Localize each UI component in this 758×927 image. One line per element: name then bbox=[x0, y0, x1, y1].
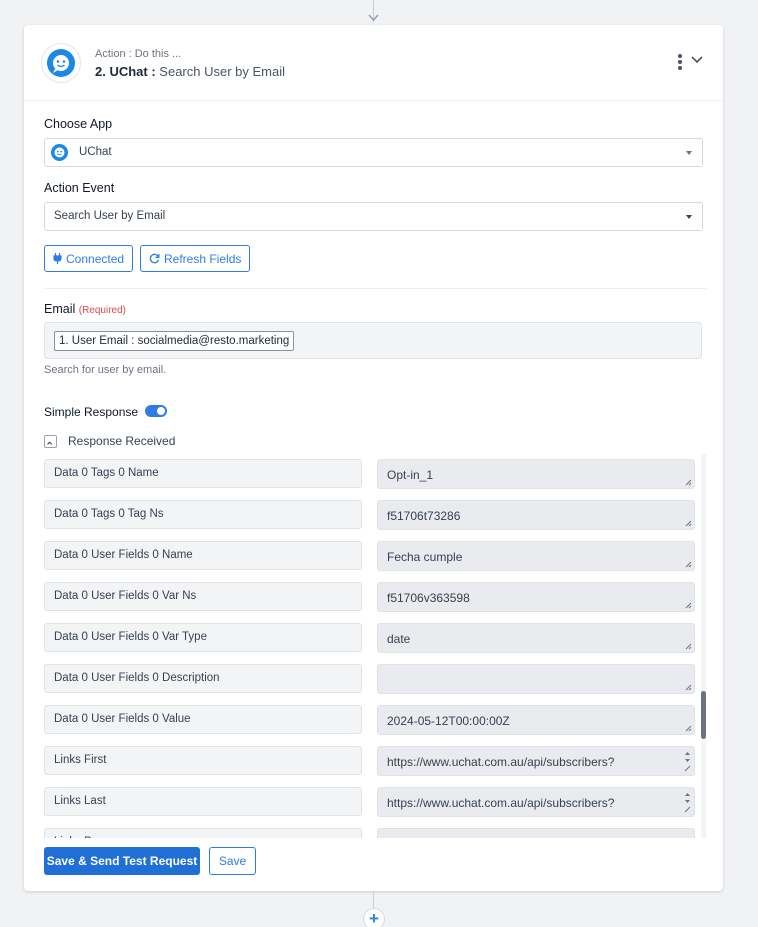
action-step-card: Action : Do this ... 2. UChat : Search U… bbox=[24, 25, 723, 891]
response-key: Links Prev bbox=[44, 828, 362, 838]
refresh-icon bbox=[149, 253, 160, 264]
uchat-logo-icon bbox=[41, 43, 81, 83]
action-event-label: Action Event bbox=[44, 181, 115, 195]
plug-icon bbox=[53, 253, 62, 264]
response-row: Data 0 User Fields 0 Var Type date bbox=[44, 623, 696, 653]
caret-down-icon bbox=[686, 151, 692, 155]
save-button[interactable]: Save bbox=[209, 847, 256, 875]
required-tag: (Required) bbox=[78, 305, 126, 316]
response-value[interactable]: date bbox=[377, 623, 695, 653]
refresh-fields-label: Refresh Fields bbox=[164, 251, 242, 266]
response-value[interactable]: https://www.uchat.com.au/api/subscribers… bbox=[377, 746, 695, 776]
chevron-up-icon[interactable] bbox=[44, 435, 57, 448]
arrow-down-icon bbox=[368, 14, 379, 22]
choose-app-value: UChat bbox=[79, 146, 112, 158]
refresh-fields-button[interactable]: Refresh Fields bbox=[140, 245, 251, 272]
response-key: Data 0 User Fields 0 Description bbox=[44, 664, 362, 693]
response-key: Data 0 Tags 0 Tag Ns bbox=[44, 500, 362, 529]
email-hint: Search for user by email. bbox=[44, 364, 167, 376]
response-row: Data 0 User Fields 0 Name Fecha cumple bbox=[44, 541, 696, 571]
response-key: Links Last bbox=[44, 787, 362, 816]
connected-button[interactable]: Connected bbox=[44, 245, 134, 272]
choose-app-label: Choose App bbox=[44, 117, 113, 131]
response-key: Data 0 User Fields 0 Var Type bbox=[44, 623, 362, 652]
response-scrollbar-thumb[interactable] bbox=[701, 691, 706, 739]
step-event-name: Search User by Email bbox=[159, 64, 286, 79]
step-app-name: 2. UChat : bbox=[95, 64, 156, 79]
caret-down-icon bbox=[686, 215, 692, 219]
response-row: Links Last https://www.uchat.com.au/api/… bbox=[44, 787, 696, 817]
email-input[interactable]: 1. User Email : socialmedia@resto.market… bbox=[44, 322, 702, 359]
response-value[interactable] bbox=[377, 828, 695, 838]
response-key: Data 0 User Fields 0 Var Ns bbox=[44, 582, 362, 611]
response-row: Data 0 User Fields 0 Value 2024-05-12T00… bbox=[44, 705, 696, 735]
more-options-icon[interactable] bbox=[676, 54, 684, 70]
response-row: Links Prev bbox=[44, 828, 696, 838]
response-value[interactable]: Opt-in_1 bbox=[377, 459, 695, 489]
action-event-select[interactable]: Search User by Email bbox=[44, 202, 703, 231]
chevron-down-icon[interactable] bbox=[690, 54, 704, 66]
email-variable-chip[interactable]: 1. User Email : socialmedia@resto.market… bbox=[54, 331, 295, 351]
step-subtitle: Action : Do this ... bbox=[95, 48, 182, 60]
response-fields-list: Data 0 Tags 0 Name Opt-in_1 Data 0 Tags … bbox=[44, 454, 706, 838]
simple-response-label: Simple Response bbox=[44, 405, 139, 419]
response-value[interactable]: 2024-05-12T00:00:00Z bbox=[377, 705, 695, 735]
response-value[interactable]: f51706t73286 bbox=[377, 500, 695, 530]
email-label: Email (Required) bbox=[44, 302, 126, 316]
response-key: Data 0 Tags 0 Name bbox=[44, 459, 362, 488]
response-value[interactable] bbox=[377, 664, 695, 694]
email-label-text: Email bbox=[44, 302, 76, 316]
step-title: 2. UChat : Search User by Email bbox=[95, 64, 285, 79]
add-step-plus-icon[interactable]: + bbox=[363, 908, 385, 927]
save-and-send-test-button[interactable]: Save & Send Test Request bbox=[44, 847, 200, 875]
response-row: Data 0 Tags 0 Name Opt-in_1 bbox=[44, 459, 696, 489]
response-row: Data 0 Tags 0 Tag Ns f51706t73286 bbox=[44, 500, 696, 530]
response-row: Data 0 User Fields 0 Var Ns f51706v36359… bbox=[44, 582, 696, 612]
step-header[interactable]: Action : Do this ... 2. UChat : Search U… bbox=[24, 25, 723, 101]
action-event-value: Search User by Email bbox=[54, 210, 166, 222]
response-key: Data 0 User Fields 0 Value bbox=[44, 705, 362, 734]
response-row: Links First https://www.uchat.com.au/api… bbox=[44, 746, 696, 776]
uchat-small-icon bbox=[51, 144, 68, 161]
response-row: Data 0 User Fields 0 Description bbox=[44, 664, 696, 694]
response-received-label: Response Received bbox=[68, 434, 176, 448]
response-value[interactable]: Fecha cumple bbox=[377, 541, 695, 571]
connected-button-label: Connected bbox=[66, 251, 125, 266]
response-value[interactable]: f51706v363598 bbox=[377, 582, 695, 612]
section-divider bbox=[44, 288, 707, 289]
choose-app-select[interactable]: UChat bbox=[44, 138, 703, 167]
simple-response-toggle[interactable] bbox=[145, 405, 167, 417]
response-value[interactable]: https://www.uchat.com.au/api/subscribers… bbox=[377, 787, 695, 817]
response-key: Data 0 User Fields 0 Name bbox=[44, 541, 362, 570]
response-scrollbar[interactable] bbox=[701, 454, 706, 838]
response-key: Links First bbox=[44, 746, 362, 775]
